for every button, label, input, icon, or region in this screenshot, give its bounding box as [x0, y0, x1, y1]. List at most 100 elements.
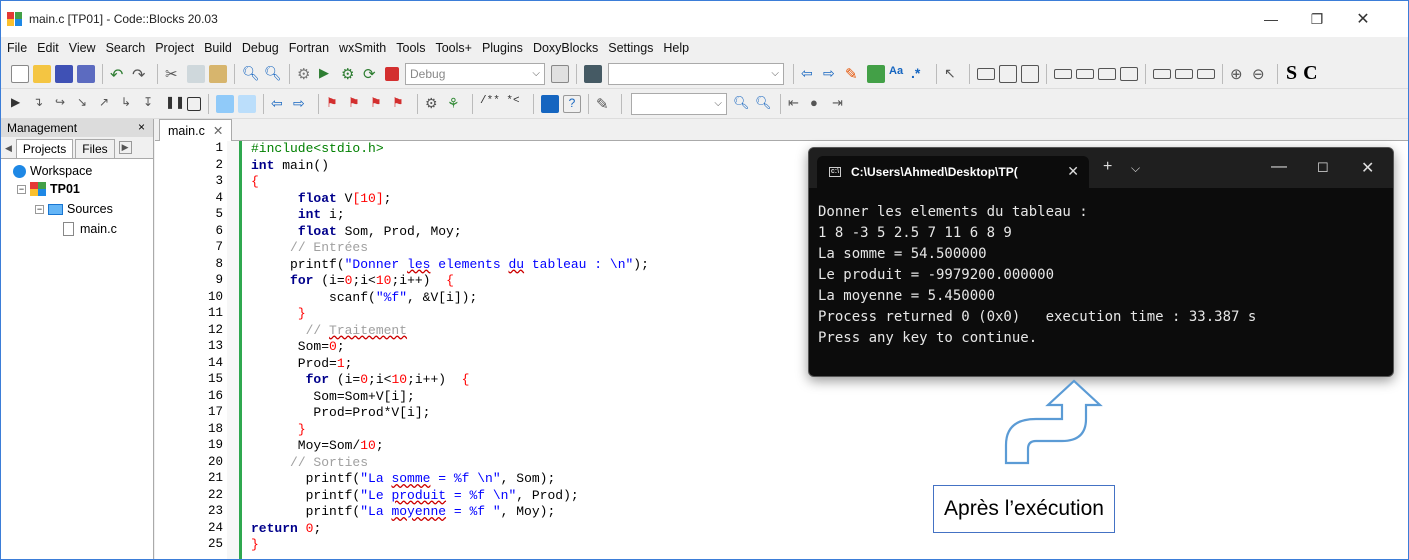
match-case-icon[interactable]: [867, 64, 885, 83]
new-file-icon[interactable]: [11, 64, 29, 83]
stop-debug-icon[interactable]: [187, 96, 201, 111]
toggle-back-icon[interactable]: ⇦: [271, 95, 289, 113]
next-instruction-icon[interactable]: ↳: [121, 95, 139, 113]
toggle-forward-icon[interactable]: ⇨: [293, 95, 311, 113]
zoom-out-icon[interactable]: ⊖: [1252, 65, 1270, 83]
tree-project[interactable]: − TP01: [17, 179, 80, 199]
paste-icon[interactable]: [209, 64, 227, 83]
doxy-config-icon[interactable]: ⚙: [425, 95, 443, 113]
shape-1-icon[interactable]: [1153, 68, 1171, 79]
replace-icon[interactable]: 🔍︎: [264, 65, 282, 83]
menu-settings[interactable]: Settings: [608, 41, 653, 55]
tree-folder-sources[interactable]: − Sources: [35, 199, 113, 219]
preferences-icon[interactable]: ✎: [596, 95, 614, 113]
menu-fortran[interactable]: Fortran: [289, 41, 329, 55]
minimize-button[interactable]: —: [1248, 1, 1294, 37]
new-tab-icon[interactable]: +: [1103, 158, 1112, 176]
step-instruction-icon[interactable]: ↧: [143, 95, 161, 113]
run-to-cursor-icon[interactable]: ↴: [33, 95, 51, 113]
terminal-close-icon[interactable]: ✕: [1361, 158, 1374, 178]
menu-tools-plus[interactable]: Tools+: [435, 41, 471, 55]
doxy-run-icon[interactable]: ⚘: [447, 95, 465, 113]
menu-plugins[interactable]: Plugins: [482, 41, 523, 55]
menu-build[interactable]: Build: [204, 41, 232, 55]
layout-2-icon[interactable]: [1076, 68, 1094, 79]
history-back-icon[interactable]: ⇤: [788, 95, 806, 113]
tree-workspace[interactable]: Workspace: [13, 161, 92, 181]
tab-main-c[interactable]: main.c ✕: [159, 119, 233, 141]
find-icon[interactable]: 🔍︎: [242, 65, 260, 83]
comment-block-button[interactable]: /** *<: [480, 95, 526, 113]
history-dot-icon[interactable]: ●: [810, 95, 828, 113]
build-target-select[interactable]: Debug ⌵: [405, 62, 545, 85]
debug-info-icon[interactable]: [238, 94, 256, 113]
menu-doxyblocks[interactable]: DoxyBlocks: [533, 41, 598, 55]
pause-icon[interactable]: ❚❚: [165, 95, 185, 113]
menu-view[interactable]: View: [69, 41, 96, 55]
bold-c-button[interactable]: C: [1303, 62, 1317, 85]
shape-2-icon[interactable]: [1175, 68, 1193, 79]
chart-icon[interactable]: [1021, 64, 1039, 83]
save-all-icon[interactable]: [77, 64, 95, 83]
menu-help[interactable]: Help: [663, 41, 689, 55]
next-line-icon[interactable]: ↪: [55, 95, 73, 113]
tab-dropdown-icon[interactable]: ⌵: [1131, 161, 1140, 176]
layout-1-icon[interactable]: [1054, 68, 1072, 79]
zoom-in-icon[interactable]: ⊕: [1230, 65, 1248, 83]
clear-bookmarks-icon[interactable]: ⚑: [392, 95, 410, 113]
collapse-icon[interactable]: −: [17, 184, 26, 194]
abort-icon[interactable]: [385, 66, 399, 81]
regex-icon[interactable]: .*: [911, 65, 929, 83]
restore-button[interactable]: ❐: [1294, 1, 1340, 37]
tab-close-icon[interactable]: ✕: [213, 123, 223, 138]
menu-wxsmith[interactable]: wxSmith: [339, 41, 386, 55]
save-icon[interactable]: [55, 64, 73, 83]
terminal-maximize-icon[interactable]: ☐: [1317, 160, 1329, 176]
bookmark-icon[interactable]: ⚑: [326, 95, 344, 113]
step-into-icon[interactable]: ↘: [77, 95, 95, 113]
search-go-icon[interactable]: 🔍︎: [733, 95, 751, 113]
show-select-target-icon[interactable]: [551, 64, 569, 83]
redo-icon[interactable]: ↷: [132, 65, 150, 84]
jump-back-icon[interactable]: ⇦: [801, 65, 819, 83]
cut-icon[interactable]: ✂: [165, 65, 183, 83]
debug-windows-icon[interactable]: [216, 94, 234, 113]
tabs-scroll-left-icon[interactable]: ◀: [5, 143, 12, 154]
history-forward-icon[interactable]: ⇥: [832, 95, 850, 113]
pointer-icon[interactable]: ↖: [944, 65, 962, 83]
terminal-tab[interactable]: c:\ C:\Users\Ahmed\Desktop\TP( ✕: [817, 156, 1089, 188]
scope-select[interactable]: ⌵: [608, 62, 784, 85]
shape-3-icon[interactable]: [1197, 68, 1215, 79]
layout-4-icon[interactable]: [1120, 66, 1138, 81]
open-file-icon[interactable]: [33, 64, 51, 83]
tree-file-main[interactable]: main.c: [63, 219, 117, 239]
run-icon[interactable]: ▶: [319, 65, 337, 83]
build-gear-icon[interactable]: ⚙: [297, 65, 315, 83]
prev-bookmark-icon[interactable]: ⚑: [348, 95, 366, 113]
debug-continue-icon[interactable]: ▶: [11, 95, 29, 113]
build-run-icon[interactable]: ⚙: [341, 65, 359, 83]
menu-project[interactable]: Project: [155, 41, 194, 55]
code-completion-icon[interactable]: [584, 64, 602, 83]
rebuild-icon[interactable]: ⟳: [363, 65, 381, 83]
close-button[interactable]: ✕: [1340, 1, 1386, 37]
next-bookmark-icon[interactable]: ⚑: [370, 95, 388, 113]
image-icon[interactable]: [999, 64, 1017, 83]
html-docs-icon[interactable]: [541, 94, 559, 113]
menu-file[interactable]: File: [7, 41, 27, 55]
menu-debug[interactable]: Debug: [242, 41, 279, 55]
undo-icon[interactable]: ↶: [110, 65, 128, 84]
highlight-icon[interactable]: ✎: [845, 65, 863, 83]
jump-forward-icon[interactable]: ⇨: [823, 65, 841, 83]
terminal-output[interactable]: Donner les elements du tableau : 1 8 -3 5…: [818, 202, 1256, 349]
tab-files[interactable]: Files: [75, 139, 115, 158]
menu-search[interactable]: Search: [106, 41, 146, 55]
tabs-scroll-right-icon[interactable]: ▶: [118, 141, 132, 154]
font-icon[interactable]: Aa: [889, 65, 907, 83]
rectangle-icon[interactable]: [977, 67, 995, 80]
collapse-sources-icon[interactable]: −: [35, 204, 44, 214]
search-combo[interactable]: ⌵: [631, 92, 727, 115]
copy-icon[interactable]: [187, 64, 205, 83]
terminal-minimize-icon[interactable]: —: [1271, 158, 1287, 176]
terminal-tab-close-icon[interactable]: ✕: [1067, 163, 1079, 180]
